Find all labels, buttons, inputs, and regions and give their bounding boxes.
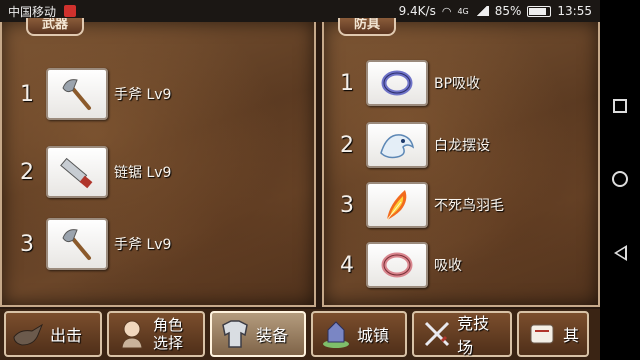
arena-label: 竞技场 bbox=[457, 314, 490, 357]
network-speed: 9.4K/s bbox=[398, 4, 436, 18]
scroll-icon bbox=[525, 317, 559, 351]
town-button[interactable]: 城镇 bbox=[311, 311, 407, 357]
network-type: 4G bbox=[457, 6, 469, 16]
other-label: 其 bbox=[563, 326, 580, 345]
armor-header: 防具 bbox=[338, 18, 397, 36]
axe-icon[interactable] bbox=[46, 218, 108, 270]
armor-icon bbox=[218, 317, 252, 351]
slot-number: 2 bbox=[20, 159, 34, 185]
armor-slot-3[interactable]: 3 不死鸟羽毛 bbox=[340, 182, 504, 228]
bottom-nav: 出击 角色 选择 装备 城镇 竞技场 其 bbox=[0, 309, 600, 360]
weapons-panel: 武器 1 手斧 Lv9 2 链锯 Lv9 3 手斧 Lv9 bbox=[0, 18, 316, 307]
sortie-icon bbox=[12, 317, 46, 351]
character-select-label: 角色 选择 bbox=[153, 316, 183, 352]
status-bar: 中国移动 9.4K/s ◠ 4G 85% 13:55 bbox=[0, 0, 600, 22]
weapon-slot-3[interactable]: 3 手斧 Lv9 bbox=[20, 218, 171, 270]
equipment-button[interactable]: 装备 bbox=[210, 311, 306, 357]
other-button[interactable]: 其 bbox=[517, 311, 589, 357]
slot-number: 4 bbox=[340, 252, 354, 278]
sortie-button[interactable]: 出击 bbox=[4, 311, 102, 357]
slot-number: 1 bbox=[20, 81, 34, 107]
carrier-name: 中国移动 bbox=[8, 4, 57, 19]
weapon-label: 链锯 Lv9 bbox=[114, 165, 172, 181]
armor-panel: 防具 1 BP吸收 2 白龙摆设 3 不死鸟羽毛 4 吸收 bbox=[322, 18, 600, 307]
wifi-icon: ◠ bbox=[441, 4, 452, 18]
weapons-header: 武器 bbox=[26, 18, 85, 36]
battery-percent: 85% bbox=[494, 4, 522, 18]
phoenix-feather-icon[interactable] bbox=[366, 182, 428, 228]
ring-icon[interactable] bbox=[366, 60, 428, 106]
axe-icon[interactable] bbox=[46, 68, 108, 120]
town-label: 城镇 bbox=[357, 326, 390, 345]
equipment-label: 装备 bbox=[256, 326, 289, 345]
armor-label: 吸收 bbox=[434, 258, 462, 274]
system-nav-bar bbox=[600, 0, 640, 360]
character-select-button[interactable]: 角色 选择 bbox=[107, 311, 205, 357]
signal-icon bbox=[474, 6, 489, 16]
app-notification-icon bbox=[64, 5, 77, 17]
crossed-swords-icon bbox=[420, 317, 453, 351]
white-dragon-icon[interactable] bbox=[366, 122, 428, 168]
character-label-line2: 选择 bbox=[153, 334, 184, 352]
armor-label: 白龙摆设 bbox=[434, 138, 490, 154]
weapon-slot-1[interactable]: 1 手斧 Lv9 bbox=[20, 68, 171, 120]
armor-label: 不死鸟羽毛 bbox=[434, 198, 504, 214]
recent-apps-icon[interactable] bbox=[613, 99, 627, 113]
armor-slot-2[interactable]: 2 白龙摆设 bbox=[340, 122, 490, 168]
home-icon[interactable] bbox=[612, 171, 628, 187]
weapon-label: 手斧 Lv9 bbox=[114, 237, 172, 253]
character-icon bbox=[115, 317, 149, 351]
clock: 13:55 bbox=[557, 4, 592, 18]
game-screen: 武器 1 手斧 Lv9 2 链锯 Lv9 3 手斧 Lv9 防具 1 BP吸收 … bbox=[0, 18, 600, 360]
slot-number: 3 bbox=[20, 231, 34, 257]
town-icon bbox=[319, 317, 353, 351]
armor-label: BP吸收 bbox=[434, 76, 481, 92]
character-label-line1: 角色 bbox=[153, 316, 184, 334]
weapon-slot-2[interactable]: 2 链锯 Lv9 bbox=[20, 146, 171, 198]
slot-number: 1 bbox=[340, 70, 354, 96]
ring-icon[interactable] bbox=[366, 242, 428, 288]
back-icon[interactable] bbox=[613, 245, 627, 261]
battery-icon bbox=[527, 5, 552, 17]
weapon-label: 手斧 Lv9 bbox=[114, 87, 172, 103]
sortie-label: 出击 bbox=[50, 326, 83, 345]
slot-number: 2 bbox=[340, 132, 354, 158]
slot-number: 3 bbox=[340, 192, 354, 218]
armor-slot-1[interactable]: 1 BP吸收 bbox=[340, 60, 480, 106]
arena-button[interactable]: 竞技场 bbox=[412, 311, 512, 357]
armor-slot-4[interactable]: 4 吸收 bbox=[340, 242, 462, 288]
chainsaw-icon[interactable] bbox=[46, 146, 108, 198]
